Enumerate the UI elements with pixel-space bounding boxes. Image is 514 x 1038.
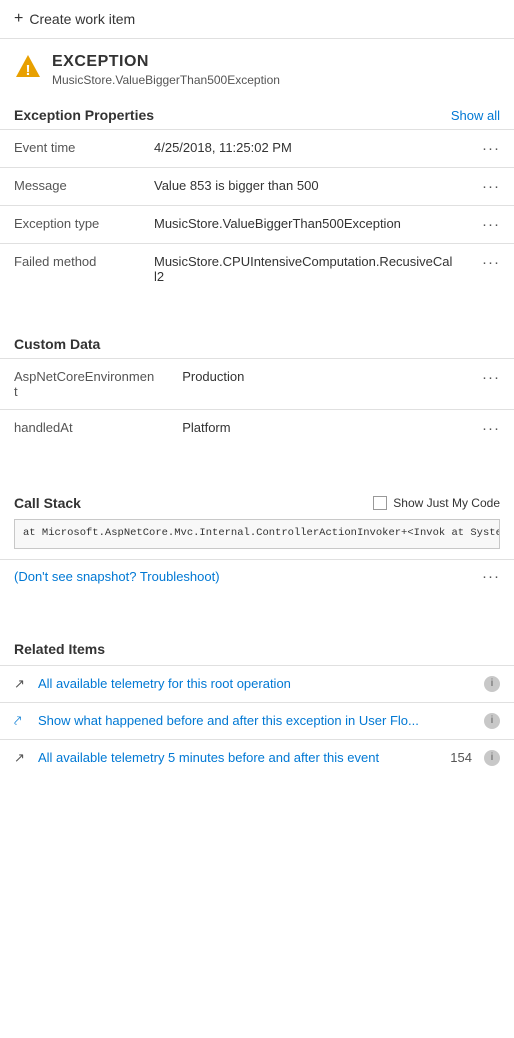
troubleshoot-link[interactable]: (Don't see snapshot? Troubleshoot) [14, 569, 220, 584]
prop-value: Platform [168, 410, 468, 448]
custom-data-header: Custom Data [0, 326, 514, 358]
show-just-code-checkbox[interactable] [373, 496, 387, 510]
exception-subtitle: MusicStore.ValueBiggerThan500Exception [52, 73, 280, 87]
related-items-list: ↗ All available telemetry for this root … [0, 665, 514, 776]
table-row: Exception type MusicStore.ValueBiggerTha… [0, 206, 514, 244]
svg-text:!: ! [26, 62, 31, 79]
prop-value: MusicStore.ValueBiggerThan500Exception [140, 206, 468, 244]
prop-key: Exception type [0, 206, 140, 244]
create-work-item-button[interactable]: + Create work item [0, 0, 514, 39]
call-stack-title: Call Stack [14, 495, 81, 511]
item-label: Show what happened before and after this… [38, 713, 476, 728]
call-stack-box[interactable]: at Microsoft.AspNetCore.Mvc.Internal.Con… [14, 519, 500, 549]
prop-key: AspNetCoreEnvironmen t [0, 359, 168, 410]
prop-value: Production [168, 359, 468, 410]
exception-properties-title: Exception Properties [14, 107, 154, 123]
spacer-3 [0, 479, 514, 495]
exception-properties-section: Exception Properties Show all Event time… [0, 97, 514, 310]
show-just-code-toggle[interactable]: Show Just My Code [373, 496, 500, 510]
spacer-4 [0, 593, 514, 609]
list-item[interactable]: ↗ All available telemetry 5 minutes befo… [0, 739, 514, 776]
prop-key: Failed method [0, 244, 140, 295]
exception-header: ! EXCEPTION MusicStore.ValueBiggerThan50… [0, 39, 514, 97]
show-just-code-label: Show Just My Code [393, 496, 500, 510]
table-row: handledAt Platform ··· [0, 410, 514, 448]
table-row: Event time 4/25/2018, 11:25:02 PM ··· [0, 130, 514, 168]
show-all-link[interactable]: Show all [451, 108, 500, 123]
spacer-2 [0, 463, 514, 479]
prop-key: Message [0, 168, 140, 206]
call-stack-section: Call Stack Show Just My Code at Microsof… [0, 495, 514, 559]
prop-key: handledAt [0, 410, 168, 448]
custom-data-section: Custom Data AspNetCoreEnvironmen t Produ… [0, 326, 514, 463]
warning-icon: ! [14, 53, 42, 81]
table-row: Failed method MusicStore.CPUIntensiveCom… [0, 244, 514, 295]
exception-info: EXCEPTION MusicStore.ValueBiggerThan500E… [52, 53, 280, 87]
table-row: AspNetCoreEnvironmen t Production ··· [0, 359, 514, 410]
info-icon: i [484, 676, 500, 692]
call-stack-header: Call Stack Show Just My Code [14, 495, 500, 511]
list-item[interactable]: ⤤ Show what happened before and after th… [0, 702, 514, 739]
prop-dots[interactable]: ··· [468, 130, 514, 168]
related-items-section: Related Items ↗ All available telemetry … [0, 625, 514, 776]
table-row: Message Value 853 is bigger than 500 ··· [0, 168, 514, 206]
prop-value: Value 853 is bigger than 500 [140, 168, 468, 206]
troubleshoot-row: (Don't see snapshot? Troubleshoot) ··· [0, 559, 514, 593]
info-icon: i [484, 713, 500, 729]
prop-dots[interactable]: ··· [468, 206, 514, 244]
plus-icon: + [14, 10, 23, 28]
exception-title: EXCEPTION [52, 53, 280, 71]
item-icon: ↗ [14, 750, 30, 766]
prop-dots[interactable]: ··· [468, 410, 514, 448]
item-label: All available telemetry 5 minutes before… [38, 750, 442, 765]
item-icon: ↗ [14, 676, 30, 692]
custom-data-title: Custom Data [14, 336, 100, 352]
list-item[interactable]: ↗ All available telemetry for this root … [0, 665, 514, 702]
prop-value: 4/25/2018, 11:25:02 PM [140, 130, 468, 168]
troubleshoot-dots[interactable]: ··· [482, 568, 500, 585]
prop-key: Event time [0, 130, 140, 168]
related-items-title: Related Items [0, 635, 514, 665]
custom-data-table: AspNetCoreEnvironmen t Production ··· ha… [0, 358, 514, 447]
create-work-item-label: Create work item [29, 11, 135, 27]
item-icon: ⤤ [14, 713, 30, 729]
prop-dots[interactable]: ··· [468, 359, 514, 410]
item-label: All available telemetry for this root op… [38, 676, 476, 691]
prop-dots[interactable]: ··· [468, 168, 514, 206]
exception-properties-table: Event time 4/25/2018, 11:25:02 PM ··· Me… [0, 129, 514, 294]
item-count: 154 [450, 750, 472, 765]
info-icon: i [484, 750, 500, 766]
prop-value: MusicStore.CPUIntensiveComputation.Recus… [140, 244, 468, 295]
spacer-5 [0, 609, 514, 625]
exception-properties-header: Exception Properties Show all [0, 97, 514, 129]
spacer-1 [0, 310, 514, 326]
prop-dots[interactable]: ··· [468, 244, 514, 295]
